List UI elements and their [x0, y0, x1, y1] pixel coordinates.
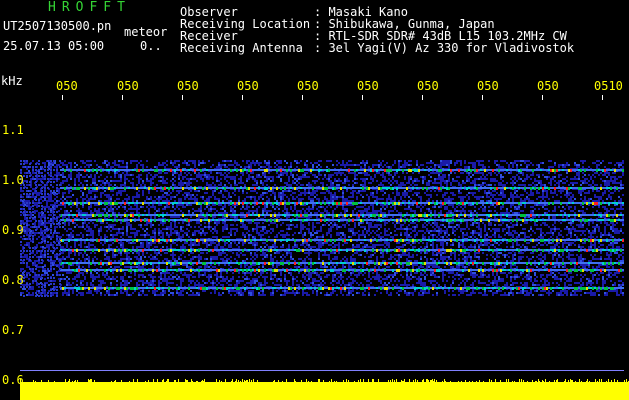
y-tick-label: 1.1	[2, 123, 24, 137]
amplitude-fill	[20, 382, 629, 400]
x-tick-label: 050	[477, 79, 499, 93]
x-tick-label: 050	[297, 79, 319, 93]
x-tick-label: 050	[537, 79, 559, 93]
x-tick-mark	[242, 95, 243, 100]
x-tick-mark	[602, 95, 603, 100]
x-tick-mark	[422, 95, 423, 100]
signal-line	[60, 187, 624, 190]
y-tick-label: 0.7	[2, 323, 24, 337]
x-tick-label: 0510	[594, 79, 623, 93]
x-tick-mark	[482, 95, 483, 100]
x-tick-label: 050	[357, 79, 379, 93]
counter: 0..	[140, 39, 162, 53]
axis-unit: kHz	[1, 74, 23, 88]
filename: UT2507130500.pn	[3, 19, 112, 33]
x-tick-mark	[302, 95, 303, 100]
x-tick-mark	[122, 95, 123, 100]
signal-line	[60, 239, 624, 242]
mode-label: meteor	[124, 25, 168, 39]
x-tick-mark	[62, 95, 63, 100]
antenna-label: Receiving Antenna	[180, 41, 303, 55]
x-tick-mark	[542, 95, 543, 100]
signal-line	[60, 249, 624, 252]
brand-title: HROFFT	[48, 0, 131, 15]
noise-field	[20, 160, 624, 296]
x-tick-label: 050	[177, 79, 199, 93]
spectrogram	[20, 160, 629, 400]
y-tick-label: 1.0	[2, 173, 24, 187]
x-tick-label: 050	[56, 79, 78, 93]
baseline	[20, 370, 624, 371]
signal-line	[60, 287, 624, 290]
x-tick-mark	[182, 95, 183, 100]
date-time: 25.07.13 05:00	[3, 39, 105, 53]
antenna-value: : 3el Yagi(V) Az 330 for Vladivostok	[314, 41, 575, 55]
x-tick-label: 050	[117, 79, 139, 93]
y-tick-label: 0.8	[2, 273, 24, 287]
y-tick-label: 0.9	[2, 223, 24, 237]
x-tick-mark	[362, 95, 363, 100]
x-tick-label: 050	[417, 79, 439, 93]
x-tick-label: 050	[237, 79, 259, 93]
y-tick-label: 0.6	[2, 373, 24, 387]
